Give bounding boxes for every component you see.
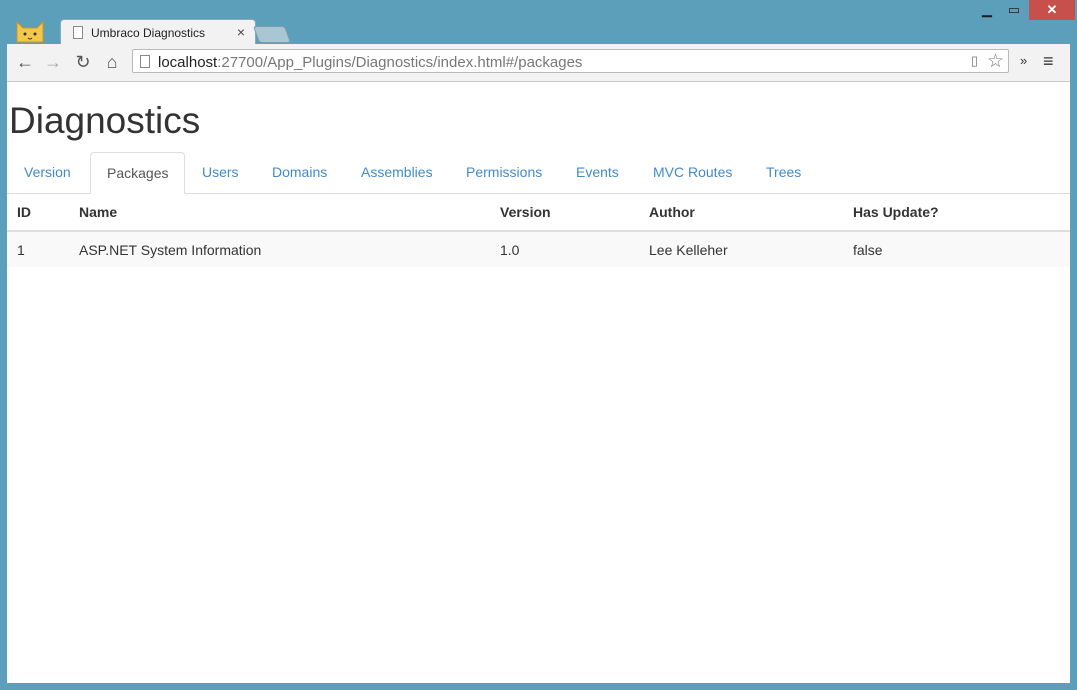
cat-logo-icon	[16, 20, 44, 43]
window-close-icon[interactable]: ✕	[1029, 0, 1075, 20]
title-bar: Umbraco Diagnostics × ▁ ▭ ✕	[0, 0, 1077, 45]
column-header-version: Version	[490, 194, 639, 232]
nav-tabs: Version Packages Users Domains Assemblie…	[7, 152, 1070, 194]
tab-permissions[interactable]: Permissions	[450, 152, 558, 193]
extensions-chevron-icon[interactable]: »	[1020, 53, 1027, 68]
tab-trees[interactable]: Trees	[750, 152, 817, 193]
tab-users[interactable]: Users	[186, 152, 255, 193]
maximize-icon[interactable]: ▭	[1001, 0, 1027, 20]
url-text: localhost:27700/App_Plugins/Diagnostics/…	[158, 54, 582, 71]
bookmark-star-icon[interactable]: ☆	[987, 50, 1004, 73]
packages-table: ID Name Version Author Has Update? 1 ASP…	[7, 194, 1070, 267]
back-icon[interactable]: ←	[14, 51, 36, 73]
browser-menu-icon[interactable]: ≡	[1043, 51, 1054, 72]
page-favicon-icon	[73, 26, 83, 39]
url-path: :27700/App_Plugins/Diagnostics/index.htm…	[217, 54, 583, 71]
forward-icon[interactable]: →	[42, 51, 64, 73]
table-row: 1 ASP.NET System Information 1.0 Lee Kel…	[7, 231, 1070, 267]
browser-tab-active[interactable]: Umbraco Diagnostics ×	[60, 19, 256, 45]
tab-mvc-routes[interactable]: MVC Routes	[637, 152, 748, 193]
page-action-icon[interactable]: ▯	[971, 53, 978, 69]
cell-version: 1.0	[490, 231, 639, 267]
column-header-has-update: Has Update?	[843, 194, 1070, 232]
new-tab-button[interactable]	[252, 26, 292, 43]
cell-id: 1	[7, 231, 69, 267]
tab-version[interactable]: Version	[8, 152, 87, 193]
tab-assemblies[interactable]: Assemblies	[345, 152, 449, 193]
home-icon[interactable]: ⌂	[101, 51, 123, 73]
tab-title: Umbraco Diagnostics	[91, 26, 206, 40]
tab-packages[interactable]: Packages	[90, 152, 186, 194]
column-header-author: Author	[639, 194, 843, 232]
column-header-id: ID	[7, 194, 69, 232]
tab-domains[interactable]: Domains	[256, 152, 343, 193]
tab-events[interactable]: Events	[560, 152, 635, 193]
tab-close-icon[interactable]: ×	[237, 24, 245, 40]
page-icon	[140, 55, 150, 68]
cell-name: ASP.NET System Information	[69, 231, 490, 267]
minimize-icon[interactable]: ▁	[974, 0, 1000, 20]
page-content: Diagnostics Version Packages Users Domai…	[7, 82, 1070, 683]
cell-author: Lee Kelleher	[639, 231, 843, 267]
address-bar[interactable]: localhost:27700/App_Plugins/Diagnostics/…	[132, 49, 1009, 73]
column-header-name: Name	[69, 194, 490, 232]
page-title: Diagnostics	[9, 100, 201, 141]
url-host: localhost	[158, 54, 218, 71]
browser-toolbar: ← → ↻ ⌂ localhost:27700/App_Plugins/Diag…	[7, 44, 1070, 82]
table-header-row: ID Name Version Author Has Update?	[7, 194, 1070, 232]
browser-window: Umbraco Diagnostics × ▁ ▭ ✕ ← → ↻ ⌂ loca…	[0, 0, 1077, 690]
cell-has-update: false	[843, 231, 1070, 267]
reload-icon[interactable]: ↻	[72, 51, 94, 73]
